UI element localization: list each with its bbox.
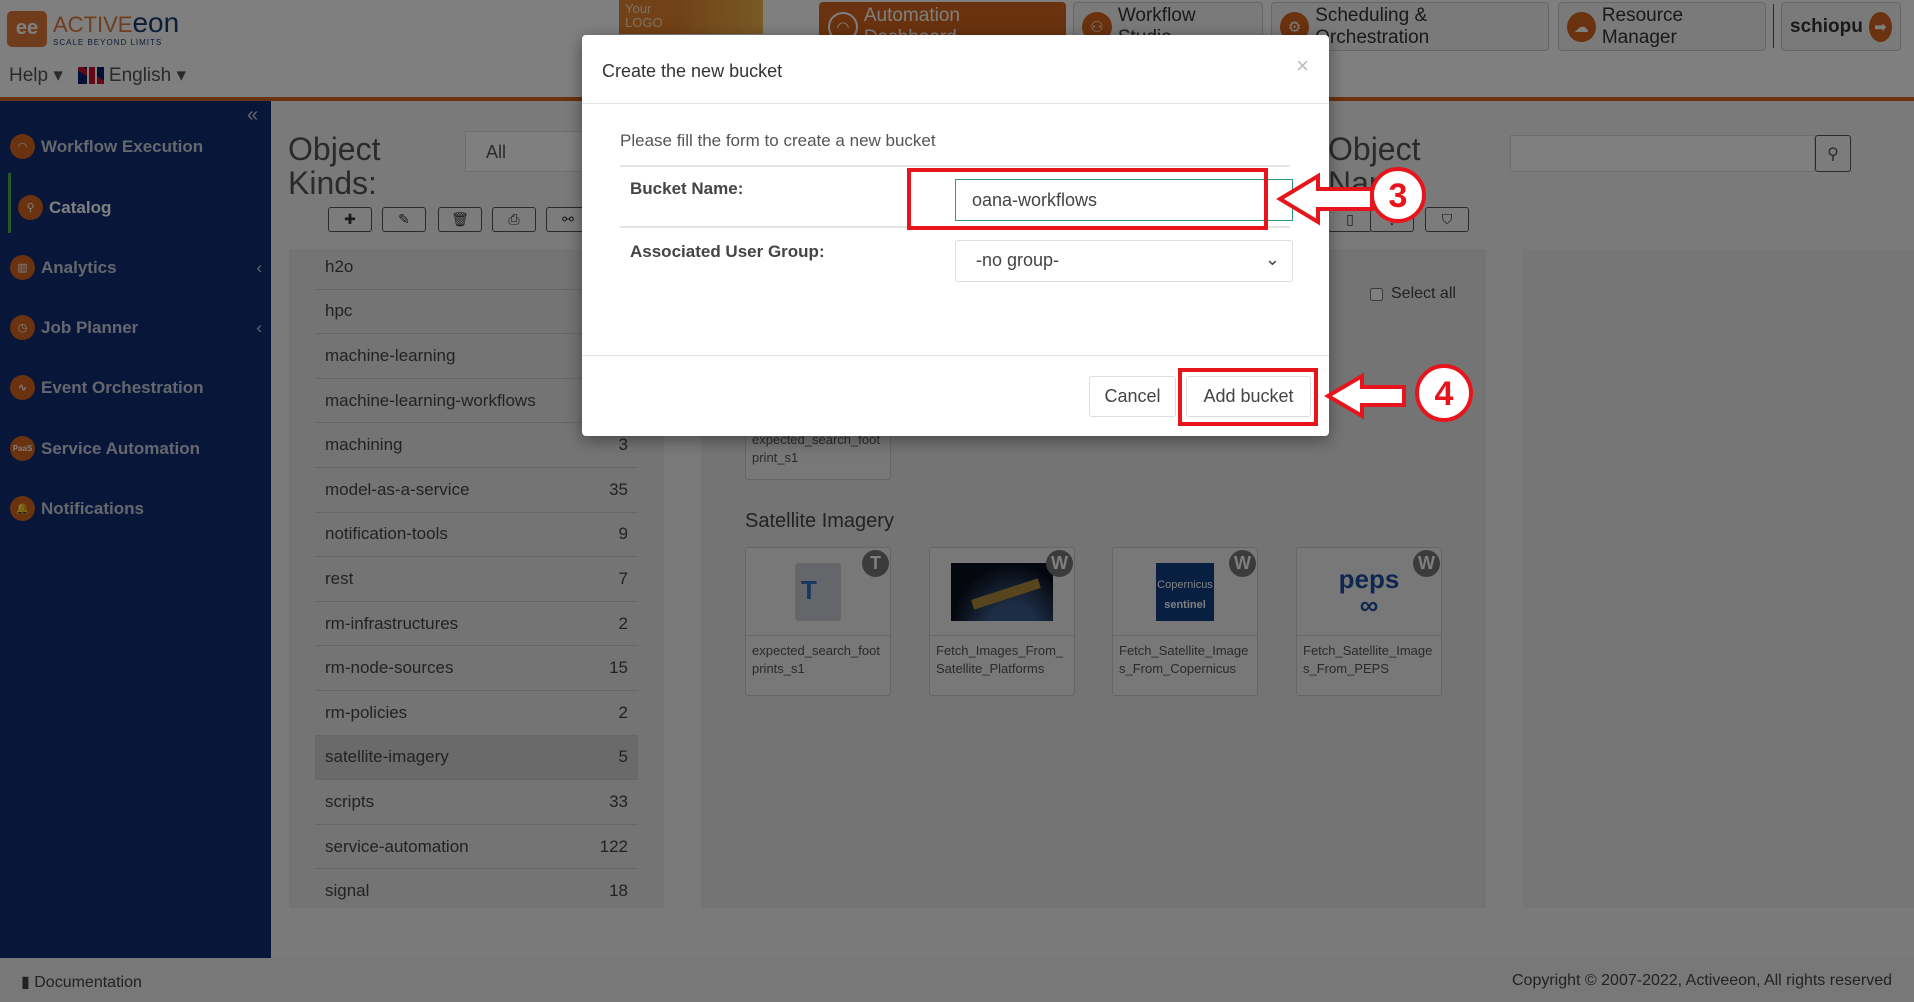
tutorial-annotations: 3 4 xyxy=(907,167,1473,426)
arrow-left-icon xyxy=(1276,172,1374,226)
step-number-3: 3 xyxy=(1389,177,1408,215)
step-number-4: 4 xyxy=(1435,375,1454,413)
highlight-box-add-bucket xyxy=(1178,368,1318,426)
arrow-left-icon xyxy=(1324,372,1406,420)
highlight-box-bucket-name xyxy=(907,168,1268,230)
